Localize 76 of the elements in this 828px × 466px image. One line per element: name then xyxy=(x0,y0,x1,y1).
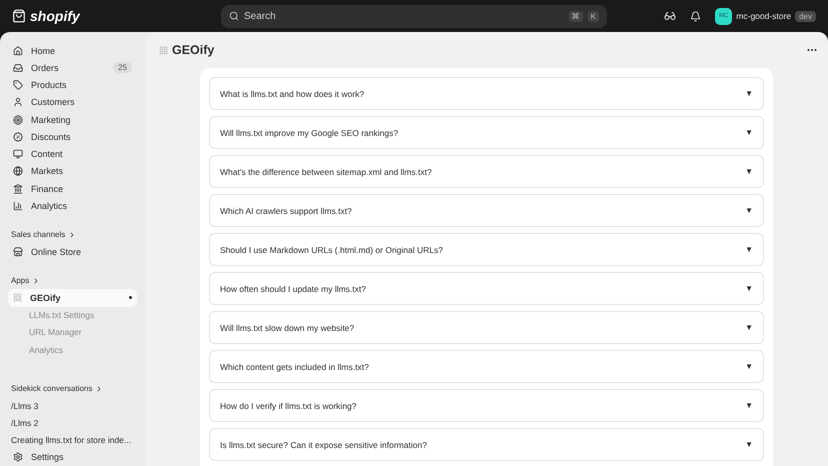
tag-icon xyxy=(13,80,23,90)
percent-badge-icon xyxy=(13,132,23,142)
bar-chart-icon xyxy=(13,200,23,211)
globe-icon xyxy=(13,166,23,176)
person-icon xyxy=(13,97,23,108)
active-dot xyxy=(129,296,132,300)
sidebar-item[interactable]: Discounts xyxy=(8,128,137,146)
conversation-item[interactable]: Creating llms.txt for store inde... xyxy=(8,432,137,449)
faq-question: Which AI crawlers support llms.txt? xyxy=(220,206,353,216)
monitor-icon xyxy=(13,149,23,160)
caret-icon: ▼ xyxy=(745,323,753,332)
faq-question: Which content gets included in llms.txt? xyxy=(220,362,370,372)
faq-item[interactable]: How do I verify if llms.txt is working? ▼ xyxy=(209,389,764,422)
faq-question: Will llms.txt improve my Google SEO rankings? xyxy=(220,128,400,138)
bank-icon xyxy=(13,184,23,194)
conversation-item[interactable]: /Llms 3 xyxy=(8,397,137,414)
sidebar-item[interactable]: Customers xyxy=(8,94,137,111)
sidebar-item[interactable]: Online Store xyxy=(8,243,137,260)
caret-icon: ▼ xyxy=(745,440,753,449)
sidebar-item[interactable]: Content xyxy=(8,146,137,163)
faq-item[interactable]: Should I use Markdown URLs (.html.md) or Original URLs? ▼ xyxy=(209,233,764,266)
count-badge: 25 xyxy=(113,62,132,74)
logo-text[interactable]: shopify xyxy=(30,8,80,24)
target-icon xyxy=(13,114,23,125)
shopping-bag-icon xyxy=(12,9,26,23)
faq-item[interactable]: Will llms.txt improve my Google SEO rankings? ▼ xyxy=(209,116,764,149)
caret-icon: ▼ xyxy=(745,89,753,98)
faq-item[interactable]: Which content gets included in llms.txt? ▼ xyxy=(209,350,764,383)
faq-question: Is llms.txt secure? Can it expose sensitive information? xyxy=(220,440,428,450)
caret-icon: ▼ xyxy=(745,245,753,254)
app-icon xyxy=(13,293,22,302)
sidebar-item[interactable]: Analytics xyxy=(8,197,137,214)
faq-item[interactable]: What is llms.txt and how does it work? ▼ xyxy=(209,77,764,110)
sidebar-item[interactable]: Products xyxy=(8,76,137,94)
caret-icon: ▼ xyxy=(745,206,753,215)
store-icon xyxy=(13,246,23,257)
faq-item[interactable]: What's the difference between sitemap.xml and llms.txt? ▼ xyxy=(209,155,764,188)
bell-icon[interactable] xyxy=(690,10,702,22)
sidebar-item[interactable]: Orders 25 xyxy=(8,59,137,76)
faq-item[interactable]: Which AI crawlers support llms.txt? ▼ xyxy=(209,194,764,227)
faq-question: What's the difference between sitemap.xml and llms.txt? xyxy=(220,166,433,176)
conversation-item[interactable]: /Llms 2 xyxy=(8,414,137,432)
section-heading[interactable]: Sidekick conversations xyxy=(11,384,92,394)
search-icon xyxy=(229,11,239,21)
sidebar-item[interactable]: Marketing xyxy=(8,111,137,128)
caret-icon: ▼ xyxy=(745,284,753,293)
settings-icon xyxy=(13,452,23,462)
section-heading[interactable]: Sales channels xyxy=(11,230,66,240)
faq-question: How often should I update my llms.txt? xyxy=(220,284,367,294)
section-heading[interactable]: Apps xyxy=(11,276,30,286)
shortcut-key: K xyxy=(588,10,599,22)
glasses-icon[interactable] xyxy=(664,10,676,22)
app-icon xyxy=(159,46,168,54)
page-title: GEOify xyxy=(172,43,214,57)
caret-icon: ▼ xyxy=(745,167,753,176)
home-icon xyxy=(13,46,23,56)
faq-item[interactable]: How often should I update my llms.txt? ▼ xyxy=(209,272,764,305)
store-name[interactable]: mc-good-store xyxy=(736,11,792,21)
faq-item[interactable]: Is llms.txt secure? Can it expose sensitive information? ▼ xyxy=(209,428,764,461)
faq-question: Should I use Markdown URLs (.html.md) or Original URLs? xyxy=(220,244,444,254)
inbox-icon xyxy=(13,62,23,73)
caret-icon: ▼ xyxy=(745,362,753,371)
sidebar-item[interactable]: Finance xyxy=(8,180,137,198)
sidebar-item[interactable]: Markets xyxy=(8,162,137,180)
store-badge: dev xyxy=(795,10,816,22)
faq-question: Will llms.txt slow down my website? xyxy=(220,322,356,332)
sidebar-item[interactable]: GEOify xyxy=(8,289,137,306)
search-field[interactable]: Search ⌘ K xyxy=(221,4,607,28)
caret-icon: ▼ xyxy=(745,401,753,410)
shortcut-key: ⌘ xyxy=(568,10,583,22)
faq-question: How do I verify if llms.txt is working? xyxy=(220,400,358,410)
faq-question: What is llms.txt and how does it work? xyxy=(220,88,366,98)
sidebar-item[interactable]: Home xyxy=(8,42,137,60)
sidebar-item[interactable]: Settings xyxy=(8,448,137,466)
faq-item[interactable]: Will llms.txt slow down my website? ▼ xyxy=(209,311,764,344)
caret-icon: ▼ xyxy=(745,128,753,137)
